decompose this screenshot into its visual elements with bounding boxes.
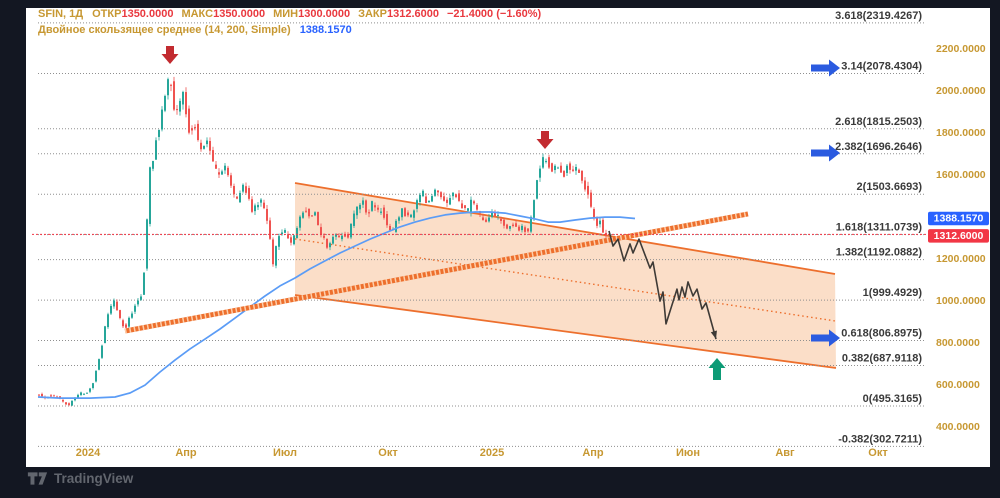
fib-level-label: 0(495.3165) bbox=[863, 393, 923, 405]
legend-indicator-row[interactable]: Двойное скользящее среднее (14, 200, Sim… bbox=[38, 22, 541, 38]
open-label: ОТКР bbox=[92, 8, 122, 20]
low-value: 1300.0000 bbox=[298, 8, 351, 20]
high-label: МАКС bbox=[181, 8, 214, 20]
time-axis-label: Окт bbox=[868, 447, 888, 459]
indicator-name[interactable]: Двойное скользящее среднее (14, 200, Sim… bbox=[38, 24, 291, 36]
price-chart-canvas[interactable]: 3.618(2319.4267) 3.14(2078.4304) 2.618(181… bbox=[0, 0, 1000, 498]
tradingview-window: 3.618(2319.4267) 3.14(2078.4304) 2.618(181… bbox=[0, 0, 1000, 498]
fib-level-label: 2.618(1815.2503) bbox=[835, 116, 922, 128]
ma-price-badge-value: 1388.1570 bbox=[934, 213, 984, 225]
time-axis-label: Апр bbox=[175, 447, 197, 459]
price-axis-label: 1800.0000 bbox=[936, 127, 986, 139]
close-value: 1312.6000 bbox=[386, 8, 439, 20]
price-axis-label: 1600.0000 bbox=[936, 169, 986, 181]
time-axis-label: 2025 bbox=[480, 447, 504, 459]
price-axis-label: 2200.0000 bbox=[936, 43, 986, 55]
open-value: 1350.0000 bbox=[121, 8, 174, 20]
fib-level-label: 1(999.4929) bbox=[863, 287, 923, 299]
tradingview-label: TradingView bbox=[54, 471, 134, 486]
fib-level-label: 0.618(806.8975) bbox=[841, 328, 922, 340]
chart-legend: SFIN, 1Д ОТКР1350.0000 МАКС1350.0000 МИН130… bbox=[38, 6, 541, 38]
fib-level-label: 1.618(1311.0739) bbox=[836, 222, 923, 234]
symbol-title[interactable]: SFIN, 1Д bbox=[38, 8, 83, 20]
price-axis-label: 400.0000 bbox=[936, 421, 980, 433]
fib-level-label: 2.382(1696.2646) bbox=[835, 141, 922, 153]
close-label: ЗАКР bbox=[358, 8, 387, 20]
indicator-value: 1388.1570 bbox=[299, 24, 352, 36]
time-axis-label: Апр bbox=[582, 447, 604, 459]
change-value: −21.4000 (−1.60%) bbox=[446, 8, 542, 20]
fib-level-label: 2(1503.6693) bbox=[857, 181, 923, 193]
fib-level-label: 0.382(687.9118) bbox=[842, 353, 922, 365]
price-axis-label: 1000.0000 bbox=[936, 295, 986, 307]
fib-level-label: -0.382(302.7211) bbox=[838, 433, 922, 445]
price-axis-label: 2000.0000 bbox=[936, 85, 986, 97]
time-axis-label: Авг bbox=[775, 447, 795, 459]
fib-level-label: 3.14(2078.4304) bbox=[841, 61, 922, 73]
tradingview-watermark[interactable]: TradingView bbox=[27, 470, 133, 487]
time-axis-label: Окт bbox=[378, 447, 398, 459]
price-axis-label: 600.0000 bbox=[936, 379, 980, 391]
tradingview-logo-icon bbox=[27, 472, 48, 485]
fib-level-label: 1.382(1192.0882) bbox=[836, 247, 923, 259]
high-value: 1350.0000 bbox=[213, 8, 266, 20]
fib-level-label: 3.618(2319.4267) bbox=[835, 10, 922, 22]
time-axis-label: 2024 bbox=[76, 447, 101, 459]
last-price-badge-value: 1312.6000 bbox=[934, 230, 984, 242]
low-label: МИН bbox=[273, 8, 299, 20]
legend-main-row[interactable]: SFIN, 1Д ОТКР1350.0000 МАКС1350.0000 МИН130… bbox=[38, 6, 541, 22]
price-axis-label: 800.0000 bbox=[936, 337, 980, 349]
price-axis-label: 1200.0000 bbox=[936, 253, 986, 265]
time-axis-label: Июн bbox=[676, 447, 700, 459]
time-axis-label: Июл bbox=[273, 447, 297, 459]
